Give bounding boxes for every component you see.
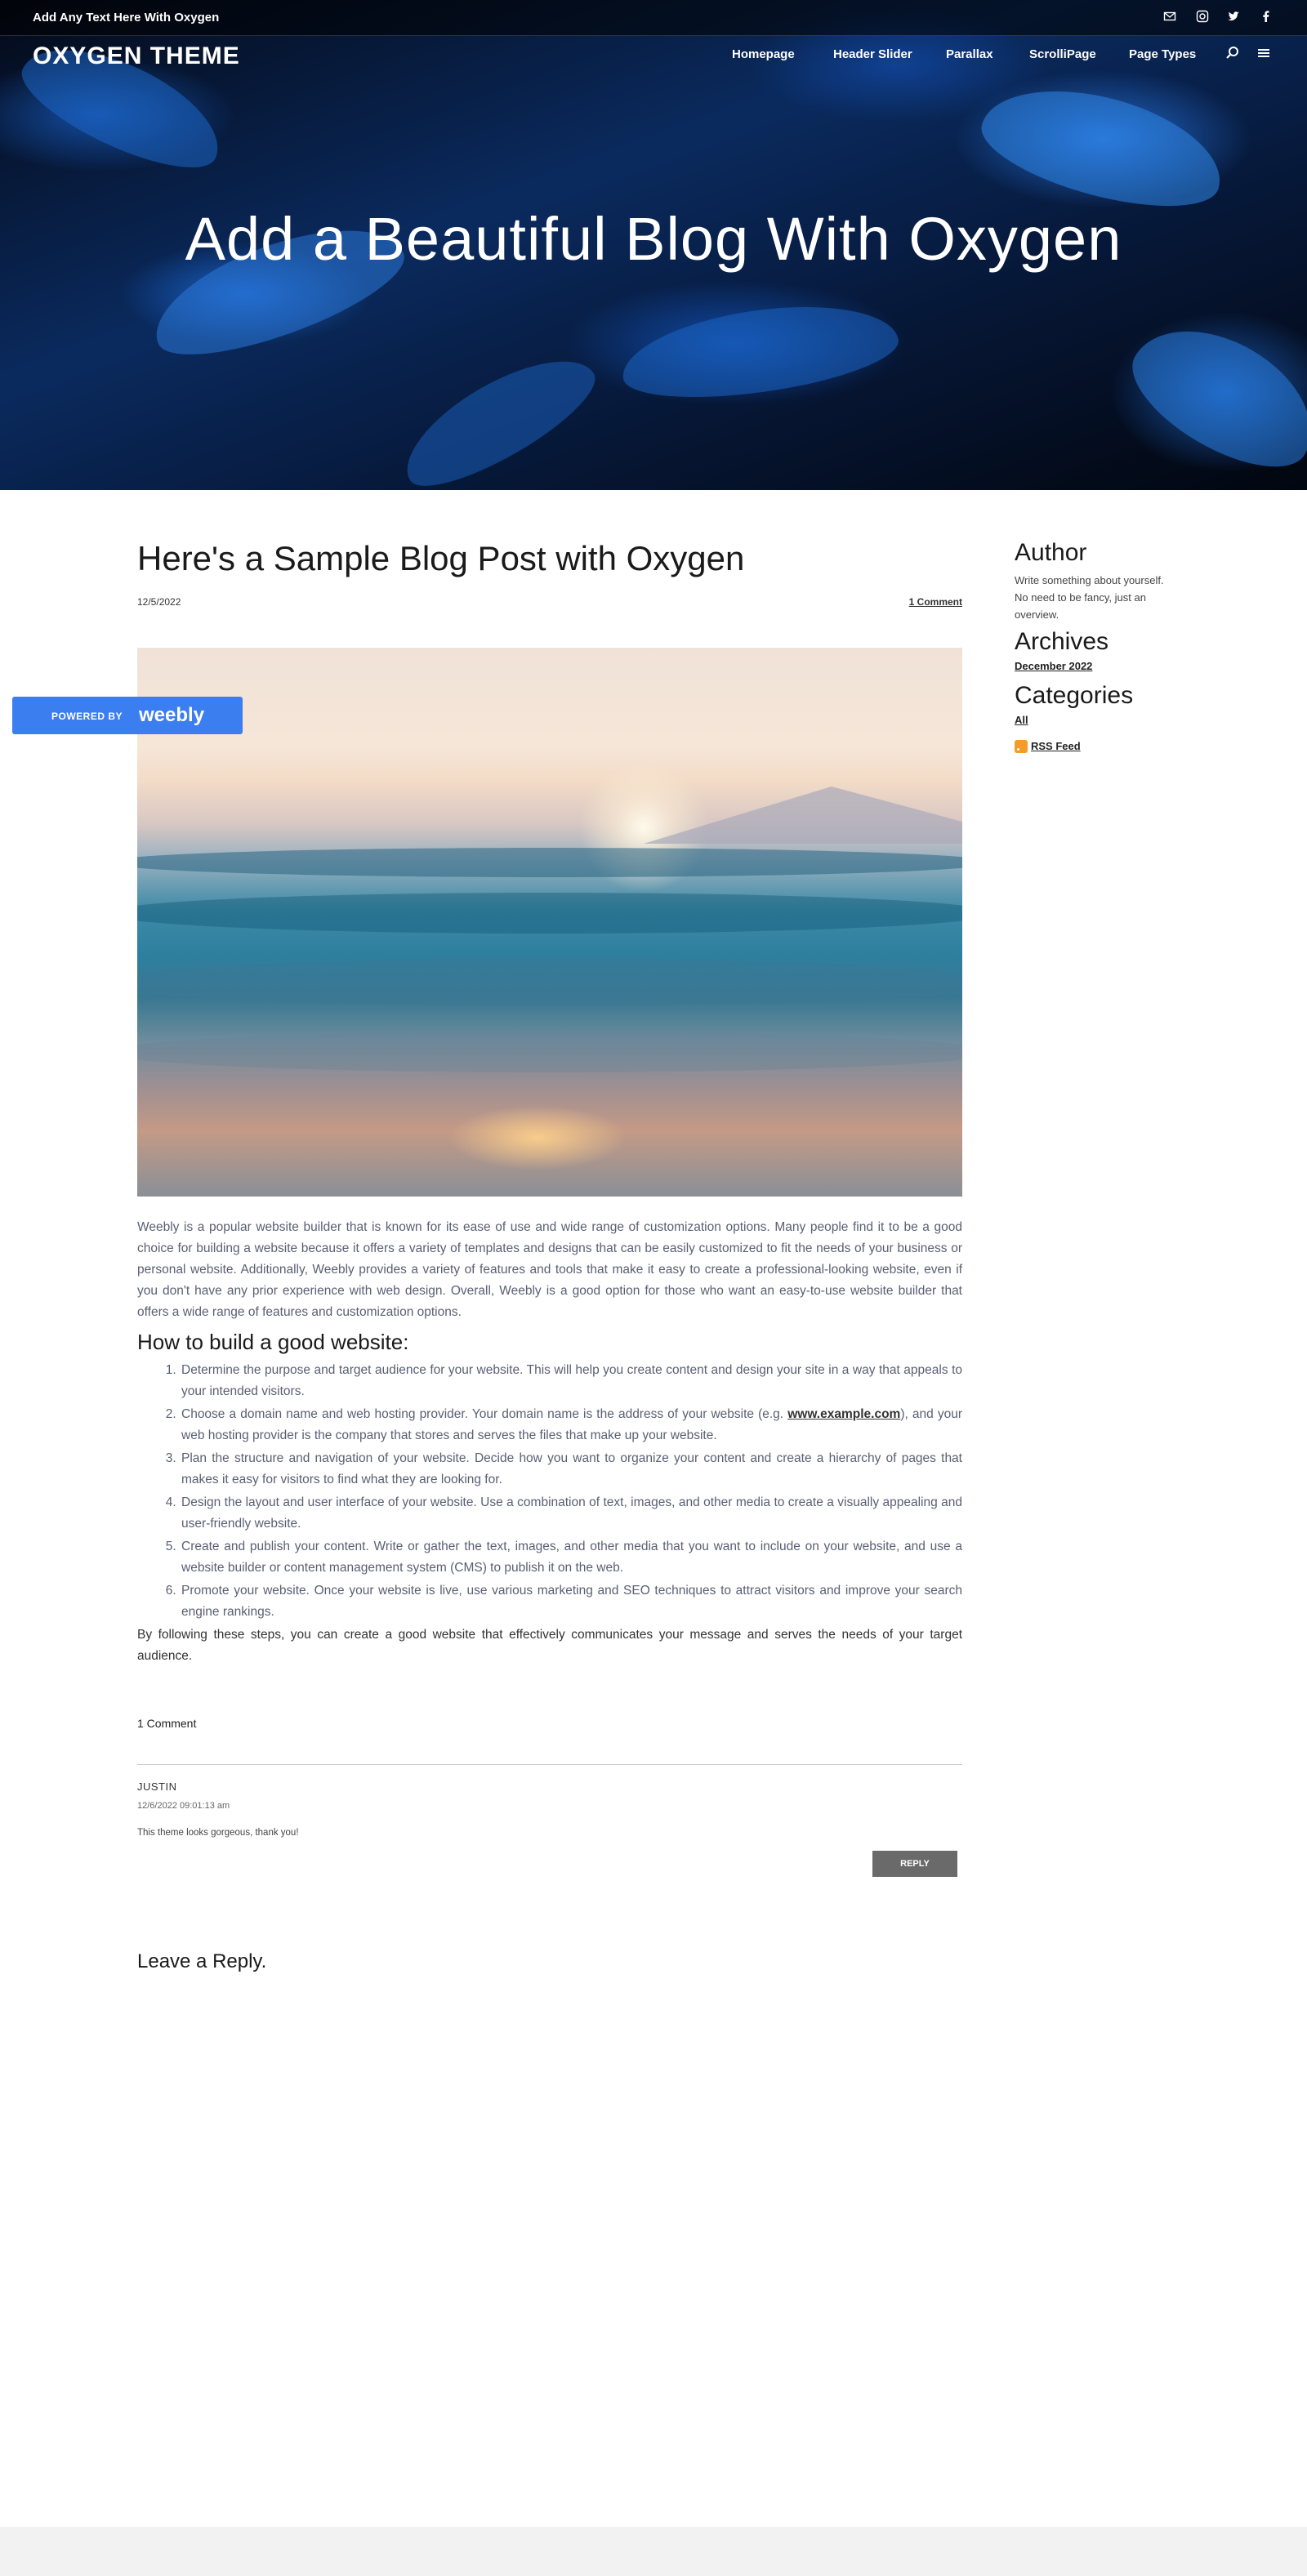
facebook-icon[interactable]: [1258, 10, 1274, 26]
post-closing: By following these steps, you can create…: [137, 1628, 962, 1663]
comment-body: This theme looks gorgeous, thank you!: [137, 1828, 299, 1838]
nav-item-homepage[interactable]: Homepage: [732, 47, 795, 61]
hero-feather-shape: [971, 68, 1234, 226]
post-content: Weebly is a popular website builder that…: [137, 1217, 962, 1667]
twitter-icon[interactable]: [1225, 10, 1242, 26]
hero-feather-shape: [616, 291, 903, 412]
sidebar-categories-title: Categories: [1015, 682, 1134, 709]
sidebar-archives-title: Archives: [1015, 628, 1109, 655]
list-item: Design the layout and user interface of …: [180, 1492, 962, 1535]
top-bar-text: Add Any Text Here With Oxygen: [33, 11, 220, 25]
wave-shape: [137, 893, 962, 934]
rss-feed-link[interactable]: RSS Feed: [1031, 740, 1081, 752]
wave-shape: [137, 1032, 962, 1072]
nav-item-header-slider[interactable]: Header Slider: [833, 47, 912, 61]
top-bar: Add Any Text Here With Oxygen: [0, 0, 1307, 36]
hero-banner: Add Any Text Here With Oxygen OXYGEN THE…: [0, 0, 1307, 490]
rss-feed[interactable]: RSS Feed: [1015, 739, 1178, 754]
post-meta: 12/5/2022 1 Comment: [137, 596, 962, 613]
comment-timestamp: 12/6/2022 09:01:13 am: [137, 1801, 230, 1811]
nav-item-scrollipage[interactable]: ScrolliPage: [1029, 47, 1096, 61]
instagram-icon[interactable]: [1194, 10, 1211, 26]
nav-item-parallax[interactable]: Parallax: [946, 47, 993, 61]
archives-list: December 2022: [1015, 659, 1178, 674]
list-item: Create and publish your content. Write o…: [180, 1536, 962, 1579]
weebly-logo: weebly: [139, 704, 205, 726]
list-item: Choose a domain name and web hosting pro…: [180, 1404, 962, 1446]
sidebar: Author Write something about yourself. N…: [1015, 539, 1178, 754]
comments-divider: [137, 1764, 962, 1765]
post-image-ocean-sunset: [137, 648, 962, 1197]
categories-list: All: [1015, 713, 1178, 728]
category-link-all[interactable]: All: [1015, 714, 1028, 726]
hero-feather-shape: [1113, 301, 1307, 490]
nav-item-page-types[interactable]: Page Types: [1129, 47, 1196, 61]
post-subheading: How to build a good website:: [137, 1330, 409, 1354]
reply-button[interactable]: REPLY: [872, 1851, 957, 1877]
comment-author: JUSTIN: [137, 1780, 177, 1793]
step-text: Choose a domain name and web hosting pro…: [181, 1407, 788, 1421]
wave-shape: [137, 958, 962, 1007]
site-title[interactable]: OXYGEN THEME: [33, 42, 240, 70]
sidebar-author-text: Write something about yourself. No need …: [1015, 574, 1164, 621]
powered-by-weebly-badge[interactable]: POWERED BY weebly: [12, 697, 243, 734]
comments-heading: 1 Comment: [137, 1717, 197, 1730]
post-intro: Weebly is a popular website builder that…: [137, 1220, 962, 1319]
leave-reply-heading: Leave a Reply.: [137, 1950, 267, 1972]
rss-icon: [1015, 739, 1028, 753]
post-title[interactable]: Here's a Sample Blog Post with Oxygen: [137, 539, 962, 578]
hero-feather-shape: [387, 336, 609, 490]
list-item: Determine the purpose and target audienc…: [180, 1360, 962, 1402]
badge-prefix: POWERED BY: [51, 711, 123, 722]
sunlight-reflection: [448, 1105, 627, 1170]
archive-link-december-2022[interactable]: December 2022: [1015, 660, 1092, 672]
menu-icon[interactable]: [1256, 46, 1271, 65]
list-item: Promote your website. Once your website …: [180, 1580, 962, 1623]
page-footer: [0, 2527, 1307, 2576]
list-item: Plan the structure and navigation of you…: [180, 1448, 962, 1491]
search-icon[interactable]: [1225, 46, 1240, 65]
mail-icon[interactable]: [1162, 10, 1178, 26]
post-date: 12/5/2022: [137, 596, 181, 608]
comment-count-link[interactable]: 1 Comment: [909, 596, 962, 608]
wave-shape: [137, 848, 962, 877]
steps-list: Determine the purpose and target audienc…: [180, 1360, 962, 1623]
hero-title: Add a Beautiful Blog With Oxygen: [185, 205, 1122, 273]
sidebar-author-title: Author: [1015, 539, 1087, 566]
mountain-shape: [644, 787, 962, 844]
example-link[interactable]: www.example.com: [787, 1407, 900, 1421]
post-header: Here's a Sample Blog Post with Oxygen 12…: [137, 539, 962, 608]
